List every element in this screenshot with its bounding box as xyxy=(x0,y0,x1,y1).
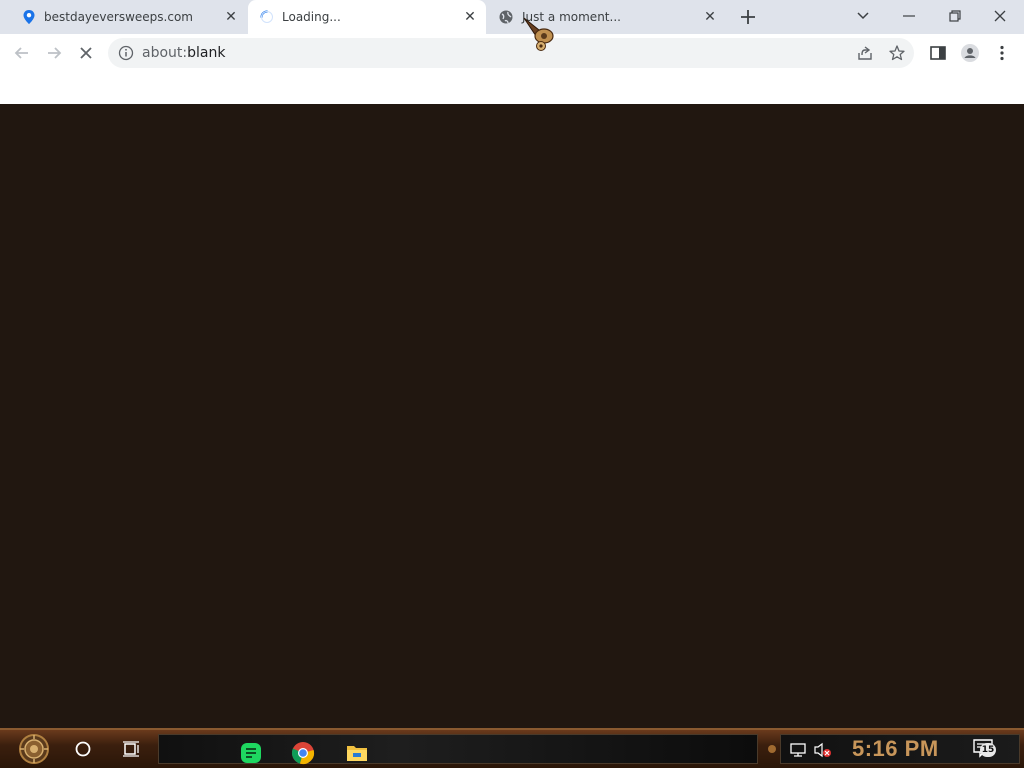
tab-title: bestdayeversweeps.com xyxy=(44,10,193,24)
taskbar: 5:16 PM 15 xyxy=(0,728,1024,768)
stop-loading-icon[interactable] xyxy=(76,43,96,63)
search-circle-icon[interactable] xyxy=(72,738,94,760)
close-window-icon[interactable] xyxy=(990,6,1010,26)
site-info-icon[interactable] xyxy=(118,45,134,61)
tab-bestdayeversweeps[interactable]: bestdayeversweeps.com ✕ xyxy=(0,0,246,34)
minimize-icon[interactable] xyxy=(899,6,919,26)
tab-search-chevron-icon[interactable] xyxy=(853,6,873,26)
side-panel-icon[interactable] xyxy=(928,43,948,63)
bookmark-star-icon[interactable] xyxy=(888,44,906,62)
volume-muted-icon[interactable] xyxy=(813,741,833,759)
back-arrow-icon[interactable] xyxy=(12,43,32,63)
mouse-cursor-icon xyxy=(523,17,554,51)
restore-icon[interactable] xyxy=(945,6,965,26)
forward-arrow-icon[interactable] xyxy=(44,43,64,63)
file-explorer-icon[interactable] xyxy=(345,741,369,765)
location-pin-icon xyxy=(23,10,35,24)
chrome-icon[interactable] xyxy=(291,741,315,765)
notes-app-icon[interactable] xyxy=(239,741,263,765)
browser-toolbar: about:blank xyxy=(0,34,1024,72)
close-tab-icon[interactable]: ✕ xyxy=(701,8,719,26)
loading-spinner-icon xyxy=(260,10,273,23)
close-tab-icon[interactable]: ✕ xyxy=(461,8,479,26)
task-view-icon[interactable] xyxy=(120,738,142,760)
network-icon[interactable] xyxy=(789,742,807,758)
more-menu-icon[interactable] xyxy=(992,43,1012,63)
page-content xyxy=(0,104,1024,728)
tab-strip: bestdayeversweeps.com ✕ Loading... ✕ Jus… xyxy=(0,0,1024,34)
share-icon[interactable] xyxy=(856,44,874,62)
address-bar[interactable]: about:blank xyxy=(108,38,914,68)
url-path: blank xyxy=(187,45,226,61)
taskbar-clock[interactable]: 5:16 PM xyxy=(852,736,939,762)
start-button-icon[interactable] xyxy=(12,733,56,765)
show-hidden-icons-icon[interactable] xyxy=(766,742,778,756)
globe-icon xyxy=(499,10,513,24)
new-tab-plus-icon[interactable] xyxy=(738,7,758,27)
pinned-apps-panel xyxy=(158,734,758,765)
url-text: about:blank xyxy=(142,45,225,61)
tab-loading[interactable]: Loading... ✕ xyxy=(248,0,486,34)
profile-avatar-icon[interactable] xyxy=(960,43,980,63)
notification-count-badge: 15 xyxy=(980,743,996,757)
url-scheme: about: xyxy=(142,45,188,61)
tab-title: Loading... xyxy=(282,10,341,24)
page-white-strip xyxy=(0,72,1024,104)
close-tab-icon[interactable]: ✕ xyxy=(222,8,240,26)
